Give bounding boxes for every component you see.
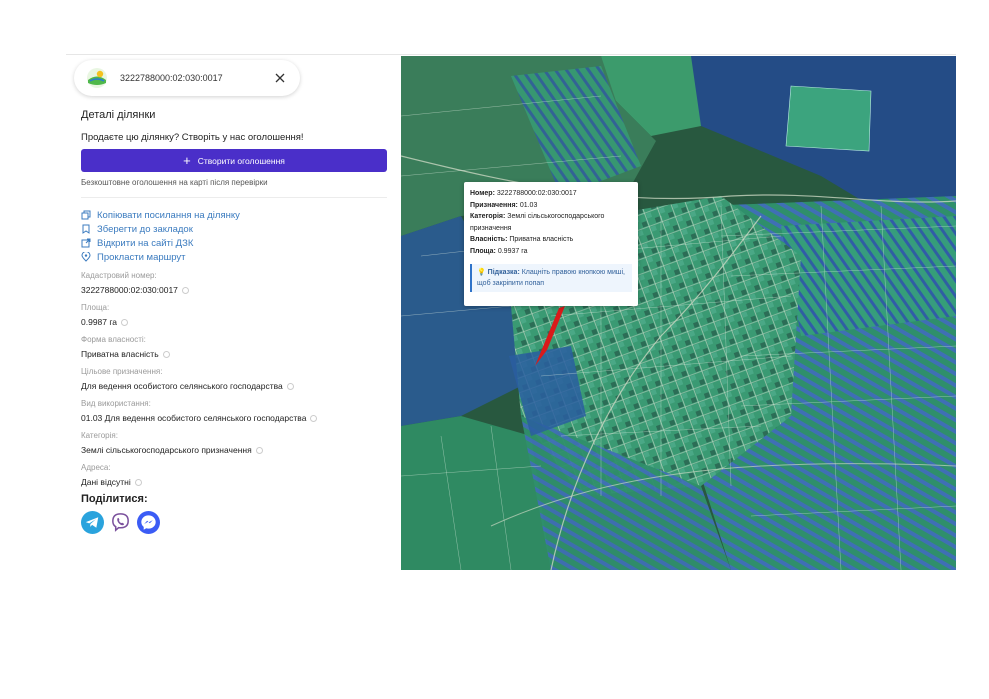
field-area: Площа: 0.9987 га (81, 303, 391, 335)
info-icon[interactable] (121, 318, 129, 326)
bookmark-action[interactable]: Зберегти до закладок (81, 222, 240, 236)
field-value: 0.9987 га (81, 317, 118, 327)
copy-icon (81, 210, 91, 220)
popup-number-label: Номер: (470, 190, 495, 197)
top-divider (66, 47, 956, 55)
details-title: Деталі ділянки (81, 109, 156, 121)
close-icon (275, 73, 285, 83)
info-icon[interactable] (310, 414, 318, 422)
close-button[interactable] (270, 68, 290, 88)
create-listing-button[interactable]: + Створити оголошення (81, 149, 387, 172)
open-dzk-label: Відкрити на сайті ДЗК (97, 237, 194, 249)
info-icon[interactable] (286, 382, 294, 390)
popup-hint-label: Підказка: (487, 269, 520, 276)
share-buttons (81, 511, 165, 534)
popup-ownership-value: Приватна власність (509, 236, 574, 243)
telegram-icon[interactable] (81, 511, 104, 534)
copy-link-action[interactable]: Копіювати посилання на ділянку (81, 208, 240, 222)
field-cadastral-number: Кадастровий номер: 3222788000:02:030:001… (81, 271, 391, 303)
parcel-popup: Номер: 3222788000:02:030:0017 Призначенн… (464, 182, 638, 306)
popup-purpose-label: Призначення: (470, 201, 518, 209)
field-value: Для ведення особистого селянського госпо… (81, 381, 283, 391)
field-value: Дані відсутні (81, 477, 131, 487)
info-icon[interactable] (134, 478, 142, 486)
bookmark-icon (82, 224, 90, 234)
divider (81, 197, 387, 198)
field-value: 01.03 Для ведення особистого селянського… (81, 413, 307, 423)
search-input[interactable]: 3222788000:02:030:0017 (120, 73, 270, 83)
popup-area-value: 0.9937 га (497, 247, 528, 255)
parcel-sidebar: 3222788000:02:030:0017 Деталі ділянки Пр… (66, 56, 401, 570)
field-label: Площа: (81, 303, 110, 312)
field-label: Категорія: (81, 431, 118, 440)
viber-icon[interactable] (109, 511, 132, 534)
app-logo-icon (87, 68, 107, 88)
info-icon[interactable] (162, 350, 170, 358)
copy-link-label: Копіювати посилання на ділянку (97, 209, 240, 221)
field-label: Цільове призначення: (81, 367, 163, 376)
field-value: Приватна власність (81, 349, 159, 359)
parcel-actions: Копіювати посилання на ділянку Зберегти … (81, 208, 240, 264)
field-usage-type: Вид використання: 01.03 Для ведення особ… (81, 399, 391, 431)
info-icon[interactable] (255, 446, 263, 454)
popup-ownership-label: Власність: (470, 236, 508, 243)
field-value: Землі сільськогосподарського призначення (81, 445, 252, 455)
popup-purpose-value: 01.03 (519, 201, 538, 209)
route-action[interactable]: Прокласти маршрут (81, 250, 240, 264)
satellite-map[interactable] (401, 56, 956, 570)
create-listing-label: Створити оголошення (197, 155, 285, 166)
field-purpose: Цільове призначення: Для ведення особист… (81, 367, 391, 399)
field-label: Форма власності: (81, 335, 146, 344)
field-ownership: Форма власності: Приватна власність (81, 335, 391, 367)
popup-number-value: 3222788000:02:030:0017 (496, 190, 577, 197)
location-pin-icon (81, 252, 91, 262)
field-address: Адреса: Дані відсутні (81, 463, 391, 495)
share-title: Поділитися: (81, 493, 148, 505)
sell-prompt: Продаєте цю ділянку? Створіть у нас огол… (81, 132, 304, 143)
lightbulb-icon: 💡 (477, 269, 486, 276)
popup-area-label: Площа: (470, 247, 496, 255)
field-label: Кадастровий номер: (81, 271, 157, 280)
info-icon[interactable] (181, 286, 189, 294)
meadow-parcel (785, 85, 872, 152)
cadastral-map-canvas[interactable] (401, 56, 956, 570)
plus-icon: + (183, 153, 191, 168)
strip-fields (781, 216, 956, 336)
parcel-fields: Кадастровий номер: 3222788000:02:030:001… (81, 271, 391, 495)
field-category: Категорія: Землі сільськогосподарського … (81, 431, 391, 463)
route-label: Прокласти маршрут (97, 251, 186, 263)
popup-category-label: Категорія: (470, 213, 506, 220)
field-label: Адреса: (81, 463, 111, 472)
free-listing-note: Безкоштовне оголошення на карті після пе… (81, 178, 268, 187)
field-value: 3222788000:02:030:0017 (81, 285, 178, 295)
messenger-icon[interactable] (137, 511, 160, 534)
bookmark-label: Зберегти до закладок (97, 223, 193, 235)
open-dzk-action[interactable]: Відкрити на сайті ДЗК (81, 236, 240, 250)
external-link-icon (81, 238, 91, 248)
popup-hint: 💡 Підказка: Клацніть правою кнопкою миші… (470, 264, 632, 292)
search-bar[interactable]: 3222788000:02:030:0017 (74, 60, 300, 96)
field-label: Вид використання: (81, 399, 151, 408)
